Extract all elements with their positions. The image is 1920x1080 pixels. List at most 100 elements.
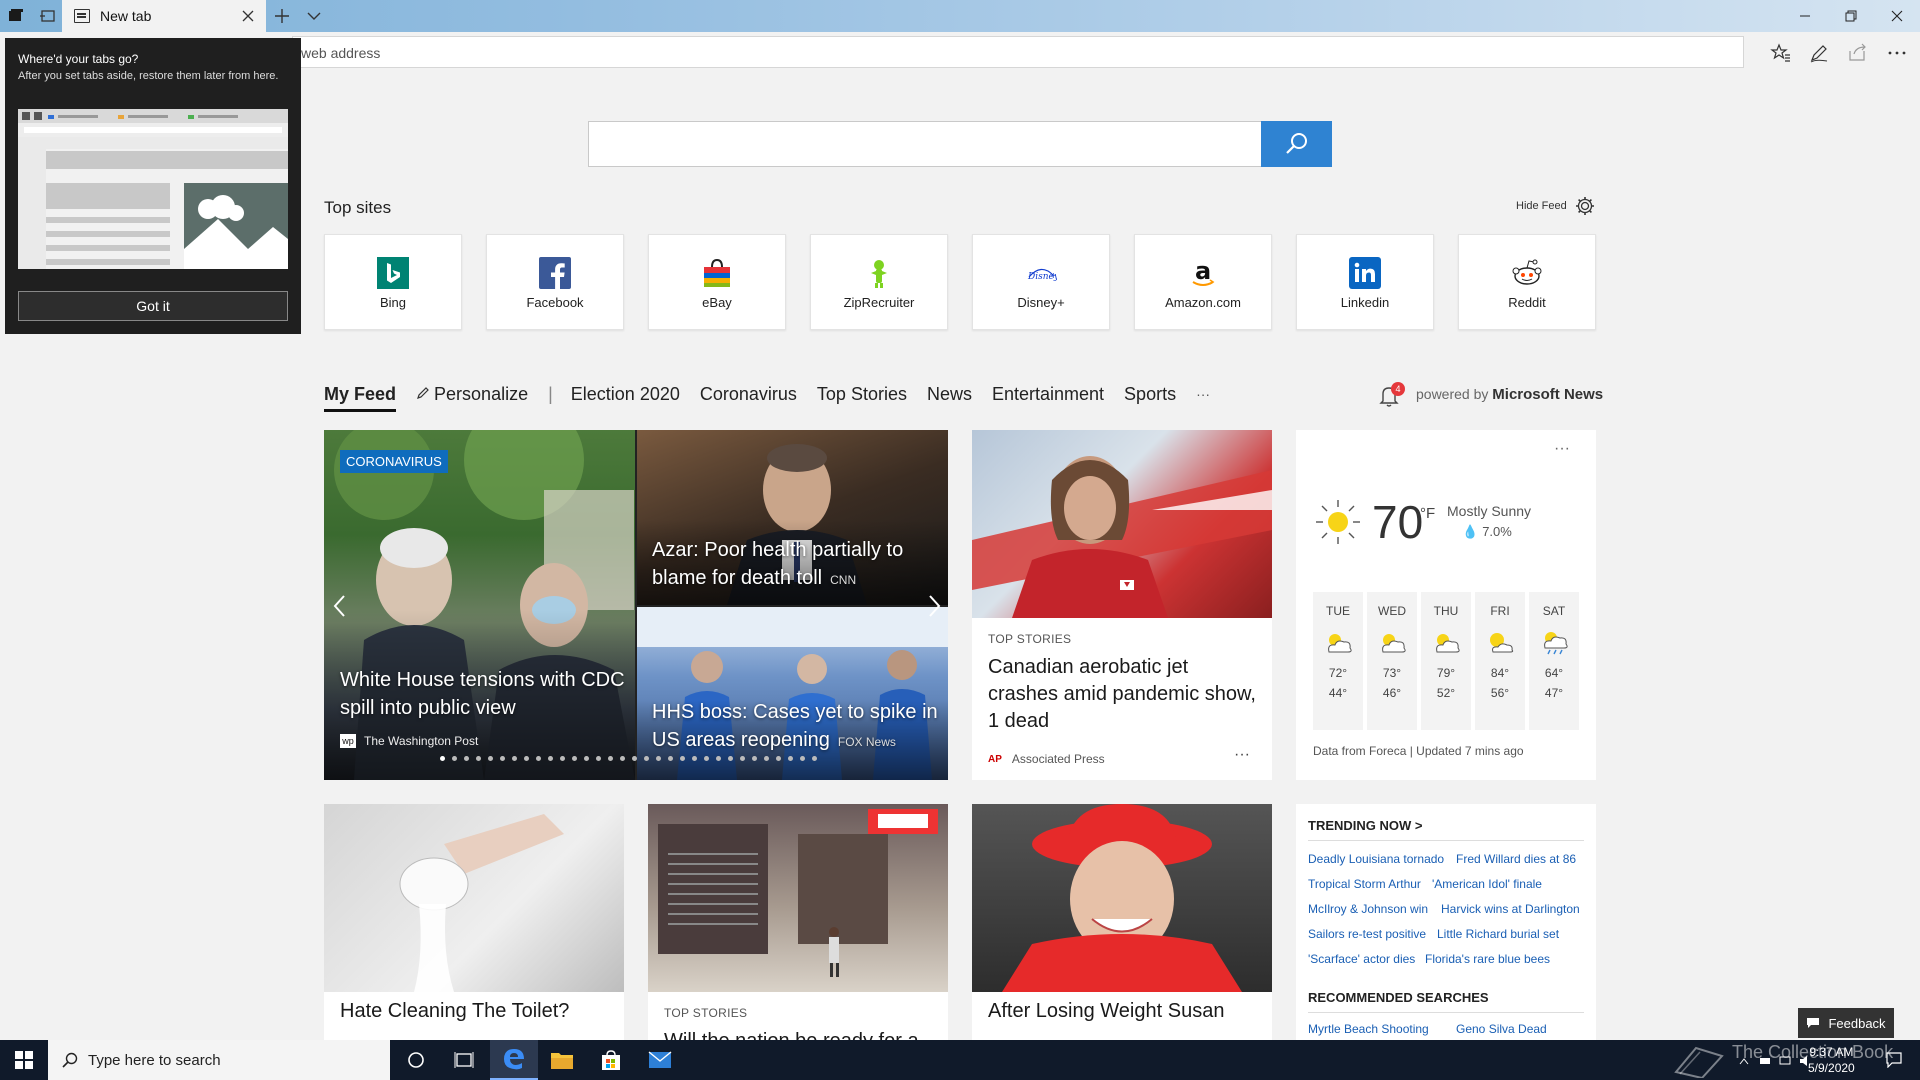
tab-my-feed[interactable]: My Feed (324, 384, 397, 412)
weather-more-button[interactable]: ··· (1554, 440, 1570, 458)
hero-top-headline[interactable]: Azar: Poor health partially to blame for… (652, 536, 942, 594)
carousel-next-icon[interactable] (924, 592, 944, 620)
tab-entertainment[interactable]: Entertainment (992, 384, 1104, 405)
favorites-star-icon[interactable] (1770, 42, 1792, 64)
gear-icon[interactable] (1574, 195, 1596, 217)
trending-link[interactable]: 'American Idol' finale (1432, 877, 1542, 891)
trending-link[interactable]: Deadly Louisiana tornado (1308, 852, 1444, 866)
top-site-facebook[interactable]: Facebook (486, 234, 624, 330)
trending-link[interactable]: Sailors re-test positive (1308, 927, 1426, 941)
trending-link[interactable]: Little Richard burial set (1437, 927, 1559, 941)
top-site-reddit[interactable]: Reddit (1458, 234, 1596, 330)
recommended-heading: RECOMMENDED SEARCHES (1308, 990, 1489, 1005)
tab-election-2020[interactable]: Election 2020 (571, 384, 680, 405)
store-button[interactable] (587, 1040, 635, 1080)
forecast-day[interactable]: THU 79° 52° (1421, 592, 1471, 730)
top-site-ebay[interactable]: eBay (648, 234, 786, 330)
taskbar-edge-button[interactable] (490, 1040, 538, 1080)
minimize-button[interactable] (1782, 0, 1828, 32)
close-window-button[interactable] (1874, 0, 1920, 32)
trending-link[interactable]: Fred Willard dies at 86 (1456, 852, 1576, 866)
sun-icon (1316, 500, 1360, 544)
story-title[interactable]: Hate Cleaning The Toilet? (340, 998, 610, 1025)
windows-logo-icon (15, 1051, 33, 1069)
cortana-button[interactable] (392, 1040, 440, 1080)
feedback-button[interactable]: Feedback (1798, 1008, 1894, 1038)
trending-link[interactable]: Tropical Storm Arthur (1308, 877, 1421, 891)
minimize-icon (1800, 15, 1810, 17)
forecast-day[interactable]: SAT 64° 47° (1529, 592, 1579, 730)
new-tab-plus-icon[interactable] (272, 6, 292, 26)
trending-link[interactable]: Florida's rare blue bees (1425, 952, 1550, 966)
carousel-prev-icon[interactable] (330, 592, 350, 620)
raindrop-icon: 💧 (1462, 524, 1479, 539)
hero-main-headline[interactable]: White House tensions with CDC spill into… (340, 666, 640, 722)
ebay-bag-icon (701, 257, 733, 289)
story-card-aerobatic[interactable]: TOP STORIES Canadian aerobatic jet crash… (972, 430, 1272, 780)
got-it-button[interactable]: Got it (18, 291, 288, 321)
story-card-toilet[interactable]: Hate Cleaning The Toilet? (324, 804, 624, 1040)
tab-news[interactable]: News (927, 384, 972, 405)
tab-coronavirus[interactable]: Coronavirus (700, 384, 797, 405)
nav-divider: | (548, 384, 553, 404)
more-icon[interactable] (1886, 42, 1908, 64)
chevron-down-icon[interactable] (304, 6, 324, 26)
task-view-button[interactable] (440, 1040, 488, 1080)
story-title[interactable]: After Losing Weight Susan (988, 998, 1258, 1025)
tile-label: Reddit (1508, 295, 1546, 310)
top-site-disney[interactable]: Disney + Disney+ (972, 234, 1110, 330)
partly-cloudy-icon (1382, 634, 1406, 653)
story-title[interactable]: Canadian aerobatic jet crashes amid pand… (988, 654, 1258, 735)
forecast-day[interactable]: FRI 84° 56° (1475, 592, 1525, 730)
trending-heading[interactable]: TRENDING NOW > (1308, 818, 1422, 833)
tab-sports[interactable]: Sports (1124, 384, 1176, 405)
feed-nav: My Feed Personalize | Election 2020 Coro… (324, 384, 1230, 414)
forecast-day[interactable]: WED 73° 46° (1367, 592, 1417, 730)
search-button[interactable] (1261, 121, 1332, 167)
story-card-susan[interactable]: After Losing Weight Susan (972, 804, 1272, 1040)
top-site-amazon[interactable]: a Amazon.com (1134, 234, 1272, 330)
tab-top-stories[interactable]: Top Stories (817, 384, 907, 405)
top-site-bing[interactable]: Bing (324, 234, 462, 330)
taskbar-search-input[interactable]: Type here to search (48, 1040, 390, 1080)
forecast-day[interactable]: TUE 72° 44° (1313, 592, 1363, 730)
tab-new-tab[interactable]: New tab (62, 0, 266, 32)
close-icon[interactable] (240, 8, 256, 24)
recommended-link[interactable]: Myrtle Beach Shooting (1308, 1022, 1429, 1036)
carousel-dots[interactable] (440, 756, 824, 761)
photo-powder-scoop-icon (399, 814, 564, 992)
wapo-logo-icon: wp (340, 734, 356, 748)
hero-bottom-source: FOX News (837, 735, 896, 749)
taskbar: Type here to search 9:37 AM 5/9/2020 (0, 1040, 1920, 1080)
top-site-linkedin[interactable]: Linkedin (1296, 234, 1434, 330)
file-explorer-button[interactable] (538, 1040, 586, 1080)
hide-feed-link[interactable]: Hide Feed (1516, 200, 1567, 212)
share-icon[interactable] (1847, 42, 1869, 64)
recommended-link[interactable]: Geno Silva Dead (1456, 1022, 1547, 1036)
pen-icon[interactable] (1808, 42, 1830, 64)
cortana-icon (408, 1052, 424, 1068)
web-search-input[interactable] (588, 121, 1261, 167)
start-button[interactable] (0, 1040, 48, 1080)
trending-link[interactable]: Harvick wins at Darlington (1441, 902, 1580, 916)
story-image (972, 430, 1272, 618)
story-title[interactable]: Will the nation be ready for a (664, 1028, 934, 1040)
nav-more-button[interactable]: ··· (1196, 386, 1210, 402)
restore-button[interactable] (1828, 0, 1874, 32)
reddit-icon (1511, 257, 1543, 289)
story-text: TOP STORIES Canadian aerobatic jet crash… (988, 632, 1258, 735)
tabs-aside-icon[interactable] (6, 6, 26, 26)
tab-preview-icon[interactable] (38, 6, 58, 26)
story-card-nation[interactable]: TOP STORIES Will the nation be ready for… (648, 804, 948, 1040)
address-bar[interactable]: web address (292, 36, 1744, 68)
story-image (324, 804, 624, 992)
trending-link[interactable]: McIlroy & Johnson win (1308, 902, 1428, 916)
mail-button[interactable] (636, 1040, 684, 1080)
hero-bottom-headline[interactable]: HHS boss: Cases yet to spike in US areas… (652, 698, 942, 756)
story-more-button[interactable]: ··· (1234, 746, 1250, 764)
tab-personalize[interactable]: Personalize (416, 384, 528, 405)
tile-label: Linkedin (1340, 295, 1390, 310)
feedback-label: Feedback (1828, 1015, 1886, 1031)
top-site-ziprecruiter[interactable]: ZipRecruiter (810, 234, 948, 330)
trending-link[interactable]: 'Scarface' actor dies (1308, 952, 1415, 966)
